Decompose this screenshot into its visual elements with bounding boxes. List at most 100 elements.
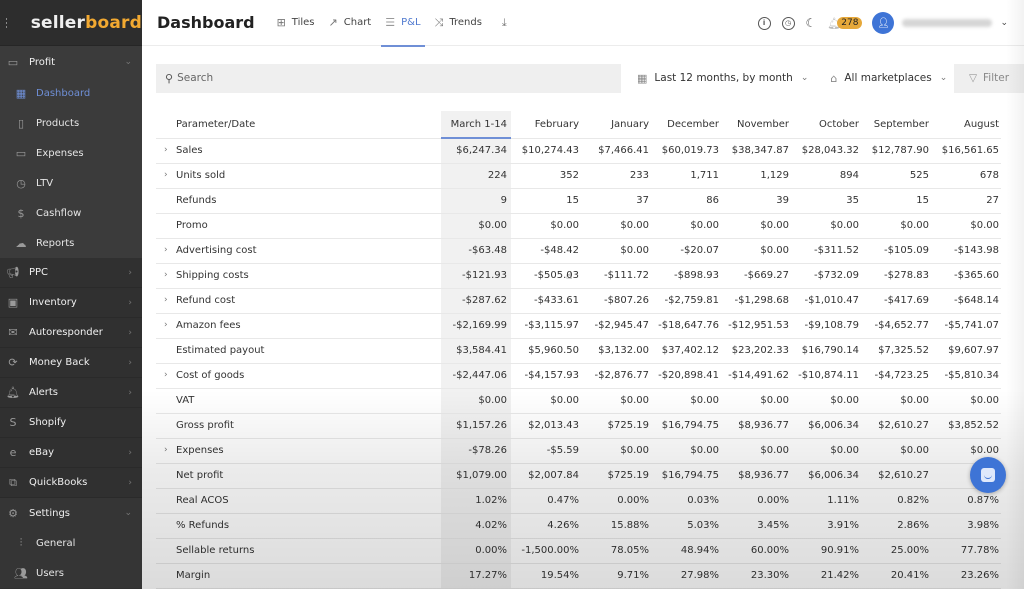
table-cell: -$807.26: [581, 288, 651, 314]
tab-tiles[interactable]: ⊞ Tiles: [277, 0, 315, 46]
pnl-table: Parameter/Date March 1-14 February January…: [156, 111, 1001, 589]
row-label: Cost of goods: [176, 370, 245, 381]
sidebar-item-profit[interactable]: ▭ Profit ⌄: [0, 46, 142, 78]
chevron-down-icon[interactable]: ⌄: [1000, 18, 1008, 28]
box-icon: ▣: [7, 296, 19, 309]
sidebar-item-expenses[interactable]: ▭ Expenses: [0, 138, 142, 168]
column-header[interactable]: February: [511, 111, 581, 139]
sidebar-item-label: Money Back: [29, 357, 90, 368]
sidebar-item-label: Inventory: [29, 297, 77, 308]
tab-label: Trends: [449, 17, 482, 28]
table-row: Promo $0.00 $0.00 $0.00 $0.00 $0.00 $0.00 $0.00…: [156, 213, 1001, 239]
row-label: Real ACOS: [176, 495, 229, 506]
table-row[interactable]: › Units sold 224 352 233 1,711 1,129 894 525 678: [156, 163, 1001, 189]
search-input[interactable]: ⚲ Search: [156, 63, 621, 93]
table-cell: 0.47%: [511, 488, 581, 514]
chevron-right-icon[interactable]: ›: [164, 270, 168, 280]
sidebar-item-alerts[interactable]: 🔔︎ Alerts ›: [0, 378, 142, 408]
sidebar-item-general[interactable]: ⫶ General: [0, 528, 142, 558]
column-header[interactable]: August: [931, 111, 1001, 139]
sidebar-item-autoresponder[interactable]: ✉ Autoresponder ›: [0, 318, 142, 348]
moon-icon[interactable]: ☾: [806, 16, 817, 30]
column-header[interactable]: March 1-14: [441, 111, 511, 139]
sidebar-item-settings[interactable]: ⚙ Settings ⌄: [0, 498, 142, 528]
chevron-right-icon[interactable]: ›: [164, 320, 168, 330]
sidebar-item-dashboard[interactable]: ▦ Dashboard: [0, 78, 142, 108]
table-cell: $2,013.43: [511, 413, 581, 439]
table-row[interactable]: › Amazon fees -$2,169.99 -$3,115.97 -$2,945.…: [156, 313, 1001, 339]
sidebar-item-products[interactable]: ▯ Products: [0, 108, 142, 138]
table-row[interactable]: › Advertising cost -$63.48 -$48.42 $0.00 -$20…: [156, 238, 1001, 264]
table-cell: -$111.72: [581, 263, 651, 289]
column-header[interactable]: November: [721, 111, 791, 139]
info-icon[interactable]: i: [757, 16, 771, 30]
marketplace-dropdown[interactable]: ⌂ All marketplaces ⌄: [830, 72, 947, 85]
sidebar-item-ppc[interactable]: 📢︎ PPC ›: [0, 258, 142, 288]
chevron-right-icon[interactable]: ›: [164, 445, 168, 455]
period-dropdown[interactable]: ▦ Last 12 months, by month ⌄: [637, 72, 808, 85]
row-label-cell[interactable]: › Shipping costs: [156, 263, 441, 289]
sidebar-item-ebay[interactable]: e eBay ›: [0, 438, 142, 468]
row-label-cell[interactable]: › Amazon fees: [156, 313, 441, 339]
chevron-right-icon[interactable]: ›: [164, 295, 168, 305]
chevron-right-icon[interactable]: ›: [164, 170, 168, 180]
tab-chart[interactable]: ↗ Chart: [329, 0, 372, 46]
sidebar-item-money-back[interactable]: ⟳ Money Back ›: [0, 348, 142, 378]
sidebar-item-users[interactable]: 👥︎ Users: [0, 558, 142, 588]
row-label-cell[interactable]: › Expenses: [156, 438, 441, 464]
sidebar-item-reports[interactable]: ☁ Reports: [0, 228, 142, 258]
table-row[interactable]: › Cost of goods -$2,447.06 -$4,157.93 -$2,87…: [156, 363, 1001, 389]
account-email-blurred[interactable]: [902, 19, 993, 27]
row-label-cell: VAT: [156, 388, 441, 414]
marketplace-value: All marketplaces: [844, 72, 932, 84]
sidebar: sellerboard ▭ Profit ⌄ ▦ Dashboard ▯ Produc…: [0, 0, 142, 589]
row-label-cell: Sellable returns: [156, 538, 441, 564]
table-row[interactable]: › Refund cost -$287.62 -$433.61 -$807.26 -$2,…: [156, 288, 1001, 314]
sidebar-item-quickbooks[interactable]: ⧉ QuickBooks ›: [0, 468, 142, 498]
table-cell: $0.00: [861, 213, 931, 239]
dollar-icon: $: [17, 206, 25, 220]
megaphone-icon: 📢︎: [6, 266, 20, 279]
sidebar-item-inventory[interactable]: ▣ Inventory ›: [0, 288, 142, 318]
column-header[interactable]: October: [791, 111, 861, 139]
column-header[interactable]: September: [861, 111, 931, 139]
table-cell: -$18,647.76: [651, 313, 721, 339]
hamburger-menu-icon[interactable]: [6, 17, 7, 28]
table-cell: 78.05%: [581, 538, 651, 564]
sidebar-item-cashflow[interactable]: $ Cashflow: [0, 198, 142, 228]
row-label-cell[interactable]: › Sales: [156, 138, 441, 164]
avatar[interactable]: 👤︎: [872, 12, 895, 34]
filter-button[interactable]: ▽ Filter: [954, 63, 1024, 93]
table-row[interactable]: › Sales $6,247.34 $10,274.43 $7,466.41 $60,01…: [156, 138, 1001, 164]
row-label-cell[interactable]: › Cost of goods: [156, 363, 441, 389]
row-label-cell[interactable]: › Advertising cost: [156, 238, 441, 264]
tab-pnl[interactable]: ☰ P&L: [381, 0, 425, 47]
column-header[interactable]: January: [581, 111, 651, 139]
table-cell: -$278.83: [861, 263, 931, 289]
chevron-right-icon[interactable]: ›: [164, 245, 168, 255]
chevron-right-icon[interactable]: ›: [164, 370, 168, 380]
table-cell: 15.88%: [581, 513, 651, 539]
chat-widget-button[interactable]: [970, 457, 1006, 493]
row-label-cell[interactable]: › Refund cost: [156, 288, 441, 314]
chevron-right-icon[interactable]: ›: [164, 145, 168, 155]
sidebar-item-shopify[interactable]: S Shopify: [0, 408, 142, 438]
row-label: Amazon fees: [176, 320, 241, 331]
table-cell: 15: [861, 188, 931, 214]
tab-trends[interactable]: ⤨ Trends: [435, 0, 482, 46]
row-label-cell[interactable]: › Units sold: [156, 163, 441, 189]
table-row[interactable]: › Expenses -$78.26 -$5.59 $0.00 $0.00 $0.00 $0.…: [156, 438, 1001, 464]
table-row[interactable]: › Shipping costs -$121.93 -$505.03 -$111.72-…: [156, 263, 1001, 289]
sidebar-item-label: Dashboard: [36, 87, 91, 99]
sidebar-item-ltv[interactable]: ◷ LTV: [0, 168, 142, 198]
table-cell: $0.00: [441, 213, 511, 239]
row-label: Sellable returns: [176, 545, 255, 556]
logo[interactable]: sellerboard: [31, 13, 142, 33]
card-icon: ▭: [15, 146, 27, 160]
table-cell: -$1,298.68: [721, 288, 791, 314]
clock-icon[interactable]: ◷: [781, 16, 795, 30]
column-header[interactable]: December: [651, 111, 721, 139]
download-button[interactable]: ⤓: [496, 0, 513, 46]
sidebar-item-label: Settings: [29, 507, 71, 519]
notifications-button[interactable]: 🔔︎ 278: [827, 17, 863, 30]
